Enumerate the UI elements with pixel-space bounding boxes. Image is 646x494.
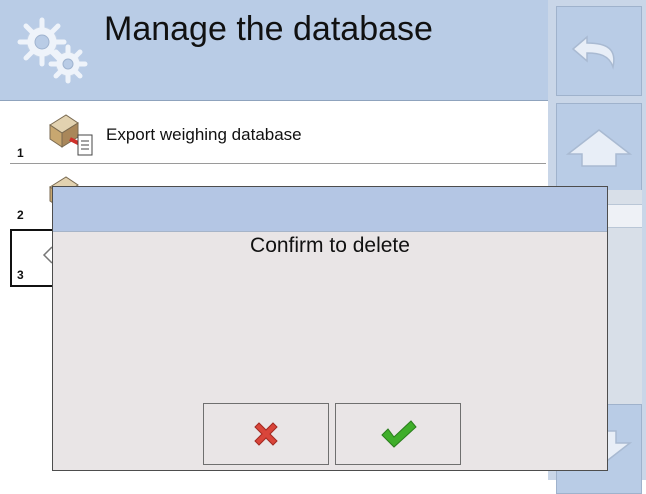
- export-database-icon: [49, 114, 93, 156]
- back-arrow-icon: [571, 35, 615, 70]
- back-button[interactable]: [556, 6, 642, 96]
- scroll-up-button[interactable]: [556, 103, 642, 193]
- list-item-export[interactable]: Export weighing database 1: [10, 103, 546, 164]
- dialog-title-bar: [53, 187, 607, 232]
- confirm-button[interactable]: [335, 403, 461, 465]
- list-item-number: 1: [17, 146, 24, 160]
- cancel-button[interactable]: [203, 403, 329, 465]
- green-check-icon: [381, 420, 417, 448]
- up-arrow-icon: [565, 129, 633, 167]
- dialog-message: Confirm to delete: [250, 234, 410, 257]
- page-title: Manage the database: [104, 10, 433, 48]
- confirm-dialog: Confirm to delete: [52, 186, 608, 471]
- list-item-number: 3: [17, 268, 24, 282]
- red-x-icon: [254, 422, 278, 446]
- page-header: Manage the database: [0, 0, 548, 101]
- gears-icon: [17, 17, 88, 84]
- list-item-number: 2: [17, 208, 24, 222]
- list-item-3-selected[interactable]: 3: [10, 229, 54, 287]
- list-item-label: Export weighing database: [106, 125, 302, 144]
